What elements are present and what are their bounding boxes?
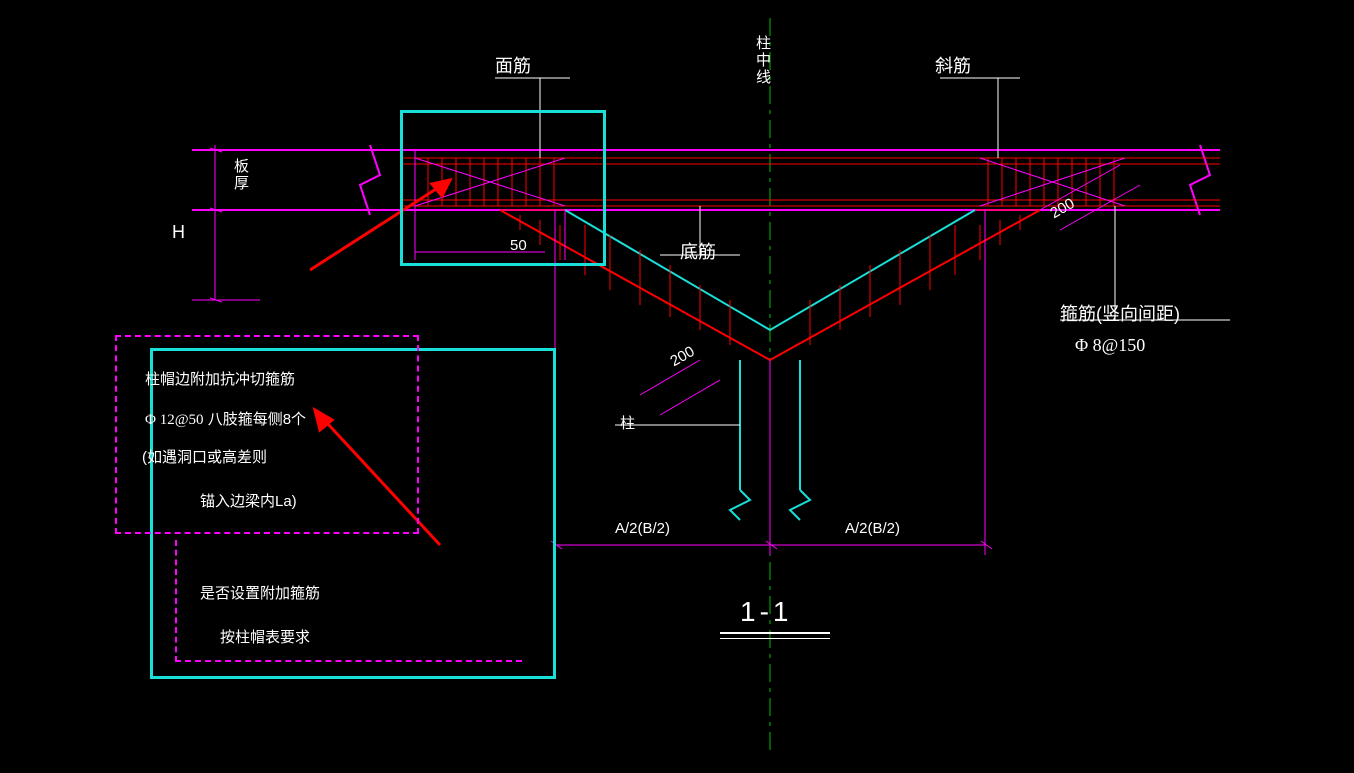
highlight-box-stirrup-zone bbox=[400, 110, 606, 266]
note-line-2: Φ 12@50 八肢箍每侧8个 bbox=[145, 408, 306, 429]
note-line-5: 是否设置附加箍筋 bbox=[200, 582, 320, 603]
section-title-underline-2 bbox=[720, 638, 830, 639]
note-line-1: 柱帽边附加抗冲切箍筋 bbox=[145, 368, 295, 389]
note-line-6: 按柱帽表要求 bbox=[220, 626, 310, 647]
label-slab-thickness: 板厚 bbox=[230, 158, 251, 192]
label-bottom-rebar: 底筋 bbox=[680, 238, 716, 264]
label-diag-rebar: 斜筋 bbox=[935, 52, 971, 78]
section-title: 1-1 bbox=[740, 596, 792, 628]
label-stirrup-spec: Φ 8@150 bbox=[1075, 335, 1145, 356]
label-stirrup-title: 箍筋(竖向间距) bbox=[1060, 300, 1180, 326]
label-top-rebar: 面筋 bbox=[495, 52, 531, 78]
note-line-4: 锚入边梁内La) bbox=[200, 490, 297, 511]
label-column: 柱 bbox=[620, 412, 635, 433]
label-H: H bbox=[172, 222, 185, 243]
section-title-underline-1 bbox=[720, 632, 830, 634]
label-50: 50 bbox=[510, 237, 527, 254]
dim-span-left: A/2(B/2) bbox=[615, 520, 670, 537]
label-column-centerline: 柱中线 bbox=[752, 35, 773, 86]
dim-span-right: A/2(B/2) bbox=[845, 520, 900, 537]
note-line-3: (如遇洞口或高差则 bbox=[142, 446, 267, 467]
cad-viewport[interactable]: 面筋 柱中线 斜筋 板厚 H 50 底筋 200 200 箍筋(竖向间距) Φ … bbox=[0, 0, 1354, 773]
